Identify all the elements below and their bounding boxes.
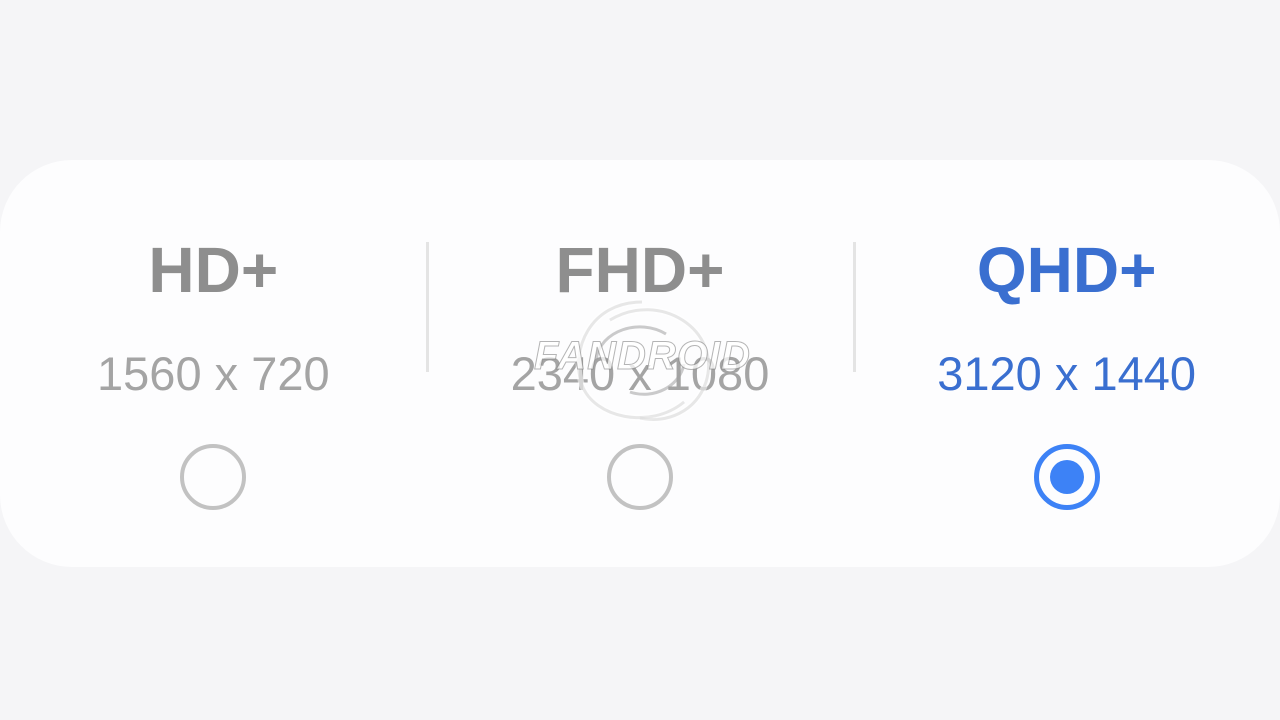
resolution-card: HD+ 1560 x 720 FHD+ 2340 x 1080 QHD+ 312… bbox=[0, 160, 1280, 567]
option-dimensions: 3120 x 1440 bbox=[937, 347, 1196, 400]
option-name: FHD+ bbox=[555, 234, 725, 306]
radio-button-qhd-plus[interactable] bbox=[1033, 444, 1100, 510]
option-dimensions: 2340 x 1080 bbox=[510, 347, 770, 400]
option-dimensions: 1560 x 720 bbox=[97, 347, 330, 400]
option-name: QHD+ bbox=[976, 234, 1157, 306]
option-qhd-plus[interactable]: QHD+ 3120 x 1440 bbox=[853, 160, 1280, 567]
option-name: HD+ bbox=[148, 234, 279, 306]
radio-button-hd-plus[interactable] bbox=[180, 444, 247, 510]
radio-dot-icon bbox=[1049, 460, 1084, 494]
divider bbox=[426, 242, 429, 372]
option-fhd-plus[interactable]: FHD+ 2340 x 1080 bbox=[427, 160, 854, 567]
divider bbox=[853, 242, 856, 372]
option-hd-plus[interactable]: HD+ 1560 x 720 bbox=[0, 160, 427, 567]
radio-button-fhd-plus[interactable] bbox=[606, 444, 673, 510]
